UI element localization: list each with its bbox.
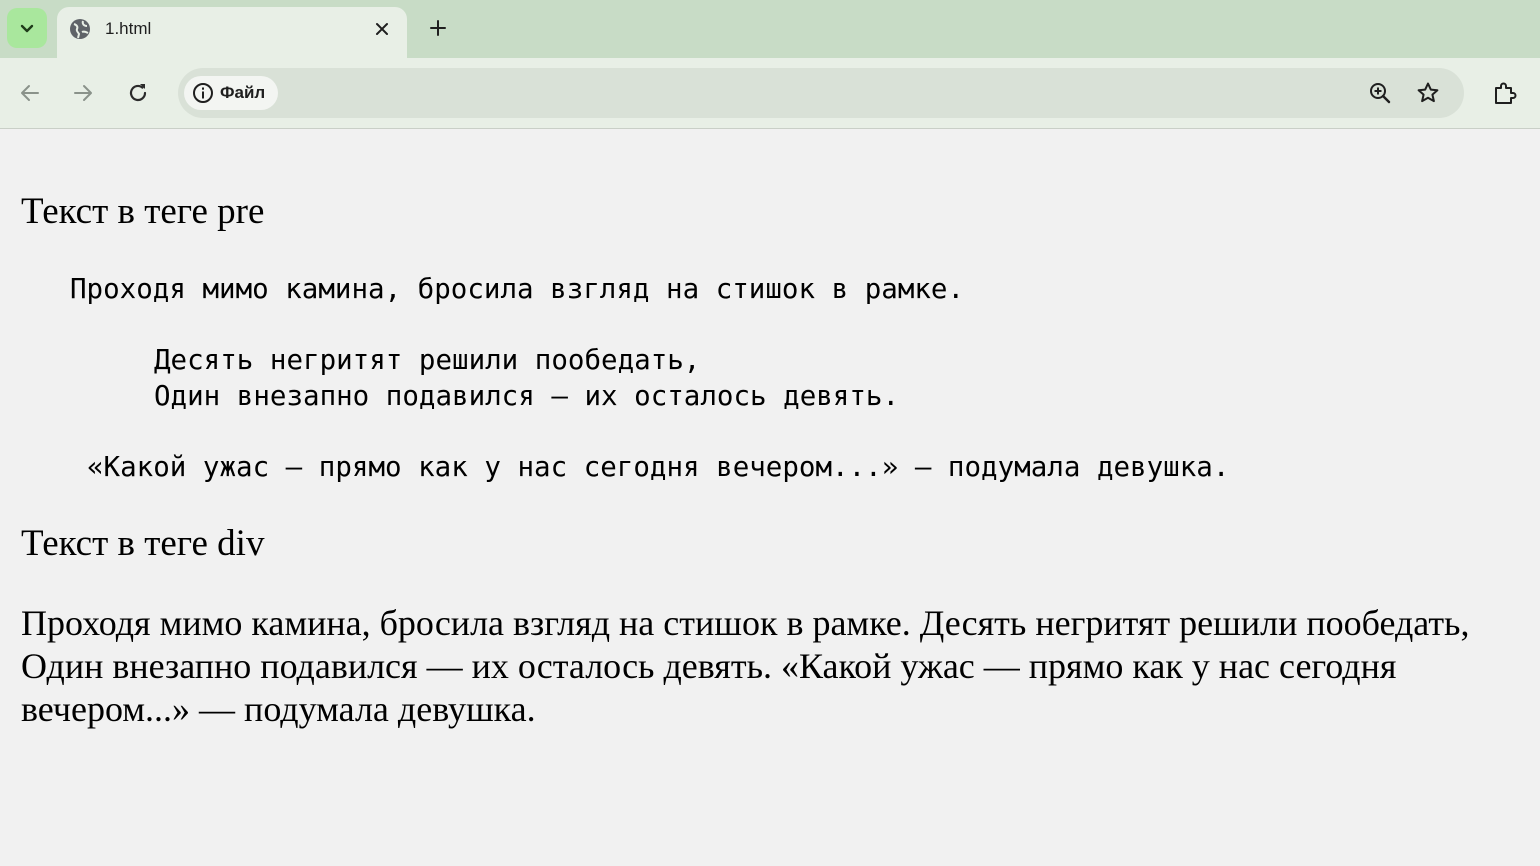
address-bar[interactable]: Файл (178, 68, 1464, 118)
zoom-button[interactable] (1367, 80, 1393, 106)
reload-icon (129, 84, 147, 102)
zoom-in-icon (1370, 83, 1391, 104)
puzzle-icon (1495, 82, 1517, 104)
pre-section-heading: Текст в теге pre (21, 191, 265, 232)
bookmark-button[interactable] (1415, 80, 1441, 106)
div-section-heading: Текст в теге div (21, 523, 265, 564)
reload-button[interactable] (123, 78, 153, 108)
pre-line-3: Один внезапно подавился — их осталось де… (154, 380, 900, 412)
div-paragraph: Проходя мимо камина, бросила взгляд на с… (21, 603, 1470, 729)
arrow-right-icon (74, 85, 92, 101)
star-icon (1417, 82, 1439, 103)
arrow-left-icon (21, 85, 39, 101)
tab-close-button[interactable] (371, 18, 393, 40)
tab-strip: 1.html (0, 0, 1540, 58)
tab-title: 1.html (105, 19, 152, 38)
info-icon (192, 82, 214, 104)
globe-icon (70, 19, 90, 39)
chevron-down-icon (20, 24, 34, 33)
pre-line-1: Проходя мимо камина, бросила взгляд на с… (70, 273, 965, 305)
forward-button[interactable] (68, 78, 98, 108)
site-chip-label: Файл (220, 83, 266, 102)
tab-active[interactable]: 1.html (57, 7, 407, 58)
close-icon (376, 23, 388, 35)
browser-toolbar: Файл (0, 58, 1540, 129)
pre-line-4: «Какой ужас — прямо как у нас сегодня ве… (87, 451, 1230, 483)
new-tab-button[interactable] (424, 14, 452, 42)
plus-icon (430, 20, 446, 36)
site-info-chip[interactable]: Файл (184, 76, 278, 110)
tab-search-button[interactable] (7, 8, 47, 48)
pre-line-2: Десять негритят решили пообедать, (154, 344, 701, 376)
back-button[interactable] (15, 78, 45, 108)
page-content: Текст в теге pre Проходя мимо камина, бр… (0, 129, 1540, 866)
extensions-button[interactable] (1490, 78, 1520, 108)
